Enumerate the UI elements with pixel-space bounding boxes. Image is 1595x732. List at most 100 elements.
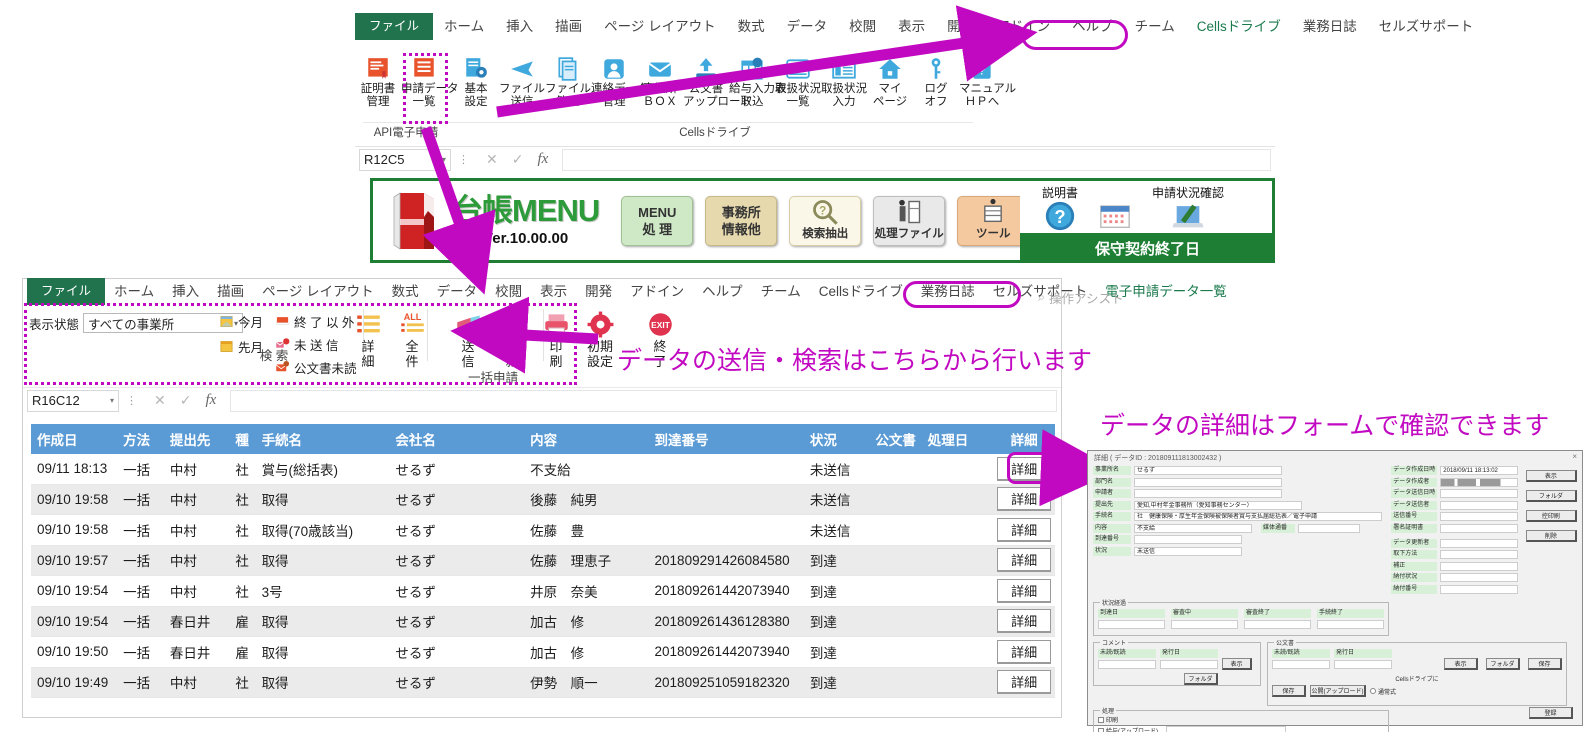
daicho-right-item-1[interactable] xyxy=(1098,184,1132,234)
ribbon-button-マイページ[interactable]: マイ ページ xyxy=(867,56,913,109)
detail-button[interactable]: 詳細 xyxy=(997,609,1052,634)
detail-form-right-value[interactable] xyxy=(1440,477,1519,487)
ribbon-tab2-12[interactable]: チーム xyxy=(752,280,810,305)
ribbon-tab-14[interactable]: 業務日誌 xyxy=(1292,15,1368,40)
detail-form-right-value[interactable] xyxy=(1440,500,1519,510)
process-check-0[interactable]: 印刷 xyxy=(1098,715,1384,724)
detail-form-right-value[interactable] xyxy=(1440,538,1519,548)
detail-form-right-value[interactable] xyxy=(1440,489,1519,498)
daicho-button-2[interactable]: ? 検索抽出 xyxy=(789,195,862,246)
formula-input-1[interactable] xyxy=(562,148,1271,171)
ribbon-button-事業所BOX[interactable]: 事業所 ＢＯＸ xyxy=(637,56,683,109)
daicho-button-1[interactable]: 事務所 情報他 xyxy=(705,195,778,246)
name-box-1[interactable]: R12C5 ▾ xyxy=(359,148,451,171)
detail-form-right-value[interactable] xyxy=(1440,561,1519,571)
tell-me-search[interactable]: ⌕ 操作アシスト xyxy=(1038,288,1124,307)
ribbon-button-給与入力表取込[interactable]: 給与入力表 取込 xyxy=(729,56,787,109)
process-check-value[interactable] xyxy=(1166,726,1286,732)
checkbox-icon[interactable] xyxy=(1098,727,1104,732)
ribbon-tab-3[interactable]: 描画 xyxy=(544,15,593,40)
ribbon-tab2-5[interactable]: 数式 xyxy=(383,280,428,305)
formula-input-2[interactable] xyxy=(230,389,1057,412)
progress-value[interactable] xyxy=(1171,620,1238,629)
ribbon-tab2-4[interactable]: ページ レイアウト xyxy=(253,280,382,305)
table-row[interactable]: 09/10 19:54 一括 春日井 雇取得 せるず 加古 修 20180926143612… xyxy=(31,606,1055,637)
gov-doc-value[interactable] xyxy=(1334,660,1392,669)
daicho-button-0[interactable]: MENU 処 理 xyxy=(621,195,694,246)
ribbon-button-ファイル管理[interactable]: ファイル 管理 xyxy=(545,56,591,109)
detail-form-button-フォルダ[interactable]: フォルダ xyxy=(1525,490,1577,502)
ribbon-tab-4[interactable]: ページ レイアウト xyxy=(593,15,726,40)
detail-form-inline-value[interactable] xyxy=(1298,523,1360,533)
checkbox-icon[interactable] xyxy=(1098,716,1104,723)
detail-form-value[interactable]: 不支給 xyxy=(1134,523,1252,533)
detail-form-right-value[interactable]: 2018/09/11 18:13:02 xyxy=(1440,466,1519,475)
detail-button[interactable]: 詳細 xyxy=(997,456,1052,481)
ribbon-button-公文書アップロード[interactable]: 公文書 アップロード xyxy=(683,56,752,109)
comment-display-button[interactable]: 表示 xyxy=(1222,658,1252,670)
cells-drive-radio[interactable]: 通常式 xyxy=(1370,687,1396,696)
ribbon-button-ファイル送信[interactable]: ファイル 送信 xyxy=(499,56,545,109)
ribbon-tab2-1[interactable]: ホーム xyxy=(105,280,163,305)
comment-folder-button[interactable]: フォルダ xyxy=(1184,673,1218,685)
ribbon-tab-6[interactable]: データ xyxy=(776,15,839,40)
detail-button[interactable]: 詳細 xyxy=(997,670,1052,695)
action-button-詳細[interactable]: 詳細 xyxy=(347,311,389,369)
detail-form-right-value[interactable] xyxy=(1440,523,1519,533)
close-icon[interactable]: × xyxy=(1572,452,1577,461)
ribbon-tab2-6[interactable]: データ xyxy=(428,280,487,305)
detail-form-value[interactable]: 社 健康保険・厚生年金保険被保険者賞与支払届総括表／電子申請 xyxy=(1134,512,1382,521)
ribbon-tab-5[interactable]: 数式 xyxy=(727,15,776,40)
gov-doc-button-表示[interactable]: 表示 xyxy=(1444,658,1478,670)
ribbon-tab2-2[interactable]: 挿入 xyxy=(163,280,208,305)
detail-form-right-value[interactable] xyxy=(1440,584,1519,594)
function-icon[interactable]: fx xyxy=(205,392,216,409)
detail-form-value[interactable] xyxy=(1134,477,1282,487)
ribbon-button-マニュアルHPへ[interactable]: ? マニュアル ＨＰへ xyxy=(959,56,1016,109)
gov-doc-button-フォルダ[interactable]: フォルダ xyxy=(1486,658,1520,670)
ribbon-button-証明書管理[interactable]: 証明書 管理 xyxy=(355,56,401,109)
detail-button[interactable]: 詳細 xyxy=(997,487,1052,512)
formula-bar-handle-1[interactable]: ⋮ xyxy=(455,153,472,166)
cancel-icon[interactable]: ✕ xyxy=(154,392,166,409)
ribbon-tab-13[interactable]: Cellsドライブ xyxy=(1186,15,1292,40)
confirm-icon[interactable]: ✓ xyxy=(512,151,524,168)
radio-icon[interactable] xyxy=(1370,688,1376,694)
formula-bar-handle-2[interactable]: ⋮ xyxy=(123,394,140,407)
table-row[interactable]: 09/10 19:58 一括 中村 社取得(70歳該当) せるず 佐藤 豊 未送信 詳細 xyxy=(31,515,1055,546)
detail-form-button-削除[interactable]: 削除 xyxy=(1525,530,1577,542)
ribbon-tab-7[interactable]: 校閲 xyxy=(838,15,887,40)
cancel-icon[interactable]: ✕ xyxy=(486,151,498,168)
ribbon-tab-12[interactable]: チーム xyxy=(1124,15,1186,40)
detail-form-value[interactable]: 未送信 xyxy=(1134,546,1242,556)
gov-doc-button-保存[interactable]: 保存 xyxy=(1528,658,1562,670)
detail-form-button-控印刷[interactable]: 控印刷 xyxy=(1525,510,1577,522)
cells-drive-button-1[interactable]: 公開(アップロード) xyxy=(1310,685,1366,697)
detail-button[interactable]: 詳細 xyxy=(997,517,1052,542)
ribbon-tab-0[interactable]: ファイル xyxy=(355,13,434,40)
function-icon[interactable]: fx xyxy=(537,151,548,168)
detail-form-value[interactable]: せるず xyxy=(1134,466,1282,475)
detail-form-button-表示[interactable]: 表示 xyxy=(1525,470,1577,482)
detail-form-right-value[interactable] xyxy=(1440,512,1519,521)
table-row[interactable]: 09/11 18:13 一括 中村 社賞与(総括表) せるず 不支給 未送信 詳細 xyxy=(31,454,1055,485)
chevron-down-icon[interactable]: ▾ xyxy=(442,155,446,164)
progress-value[interactable] xyxy=(1317,620,1384,629)
chevron-down-icon[interactable]: ▾ xyxy=(110,396,114,405)
ribbon-tab2-8[interactable]: 表示 xyxy=(531,280,576,305)
cells-drive-button-0[interactable]: 保存 xyxy=(1272,685,1306,697)
ribbon-tab2-3[interactable]: 描画 xyxy=(208,280,253,305)
process-check-1[interactable]: 給与(アップロード) xyxy=(1098,726,1384,732)
ribbon-tab-15[interactable]: セルズサポート xyxy=(1368,15,1485,40)
detail-form-right-value[interactable] xyxy=(1440,573,1519,582)
action-button-初期設定[interactable]: 初期 設定 xyxy=(579,311,621,369)
table-row[interactable]: 09/10 19:54 一括 中村 社 3号 せるず 井原 奈美 20180926144207… xyxy=(31,576,1055,607)
table-row[interactable]: 09/10 19:50 一括 春日井 雇取得 せるず 加古 修 20180926144207… xyxy=(31,637,1055,668)
quick-filter-今月[interactable]: 今月 xyxy=(219,312,263,331)
daicho-button-4[interactable]: ツール xyxy=(957,195,1030,246)
daicho-button-3[interactable]: 処理ファイル xyxy=(873,195,946,246)
detail-form-value[interactable] xyxy=(1134,489,1282,498)
ribbon-tab-1[interactable]: ホーム xyxy=(433,15,495,40)
table-row[interactable]: 09/10 19:58 一括 中村 社取得 せるず 後藤 純男 未送信 詳細 xyxy=(31,484,1055,515)
action-button-更新[interactable]: 更新 xyxy=(491,311,533,369)
